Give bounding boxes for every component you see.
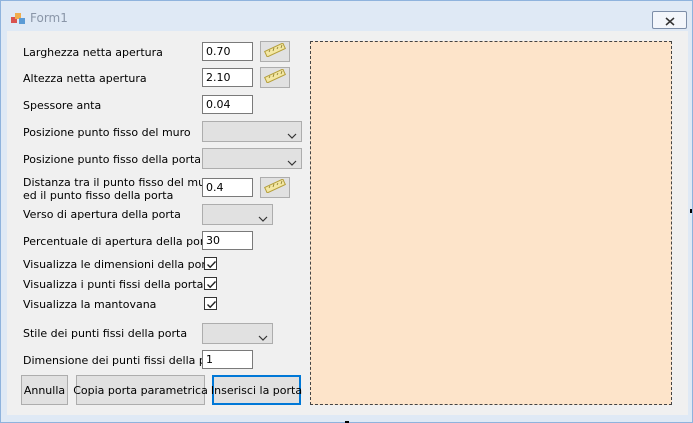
chevron-down-icon [258,209,268,222]
vis-punti-label: Visualizza i punti fissi della porta [23,278,204,291]
dimensione-label: Dimensione dei punti fissi della porta [23,354,229,367]
window: Form1 Larghezza netta apertura 0.70 Alte… [0,0,693,423]
pos-muro-select[interactable] [202,121,302,142]
inserisci-porta-button[interactable]: Inserisci la porta [211,375,302,405]
ruler-icon [264,42,286,61]
spessore-label: Spessore anta [23,99,102,112]
copia-porta-button[interactable]: Copia porta parametrica [73,375,208,405]
larghezza-measure-button[interactable] [260,41,290,62]
pos-porta-select[interactable] [202,148,302,169]
check-icon [207,301,217,309]
vis-mantovana-checkbox[interactable] [204,297,217,310]
title-bar[interactable]: Form1 [1,1,692,31]
verso-label: Verso di apertura della porta [23,208,181,221]
distanza-input[interactable]: 0.4 [202,178,253,197]
chevron-down-icon [287,126,297,139]
chevron-down-icon [258,328,268,341]
distanza-label-line2: ed il punto fisso della porta [23,189,174,202]
dimensione-input[interactable]: 1 [202,350,253,369]
distanza-label-line1: Distanza tra il punto fisso del muro [23,176,217,189]
vis-punti-checkbox[interactable] [204,277,217,290]
spessore-input[interactable]: 0.04 [202,95,253,114]
door-preview-panel[interactable] [310,41,672,405]
pos-muro-label: Posizione punto fisso del muro [23,126,191,139]
annulla-button[interactable]: Annulla [21,375,68,405]
edge-marker [690,209,692,213]
percentuale-label: Percentuale di apertura della porta [23,235,216,248]
ruler-icon [264,68,286,87]
vis-dimensioni-label: Visualizza le dimensioni della porta [23,258,217,271]
distanza-measure-button[interactable] [260,177,290,198]
altezza-input[interactable]: 2.10 [202,68,253,87]
larghezza-label: Larghezza netta apertura [23,46,163,59]
stile-label: Stile dei punti fissi della porta [23,327,188,340]
vis-dimensioni-checkbox[interactable] [204,257,217,270]
larghezza-input[interactable]: 0.70 [202,42,253,61]
pos-porta-label: Posizione punto fisso della porta [23,153,202,166]
form-app-icon [10,11,26,25]
ruler-icon [264,178,286,197]
altezza-label: Altezza netta apertura [23,72,147,85]
close-icon [665,11,675,30]
percentuale-input[interactable]: 30 [202,231,253,250]
check-icon [207,281,217,289]
window-title: Form1 [30,11,68,25]
vis-mantovana-label: Visualizza la mantovana [23,298,157,311]
check-icon [207,261,217,269]
chevron-down-icon [287,153,297,166]
verso-select[interactable] [202,204,273,225]
stile-select[interactable] [202,323,273,344]
altezza-measure-button[interactable] [260,67,290,88]
close-button[interactable] [652,11,687,29]
